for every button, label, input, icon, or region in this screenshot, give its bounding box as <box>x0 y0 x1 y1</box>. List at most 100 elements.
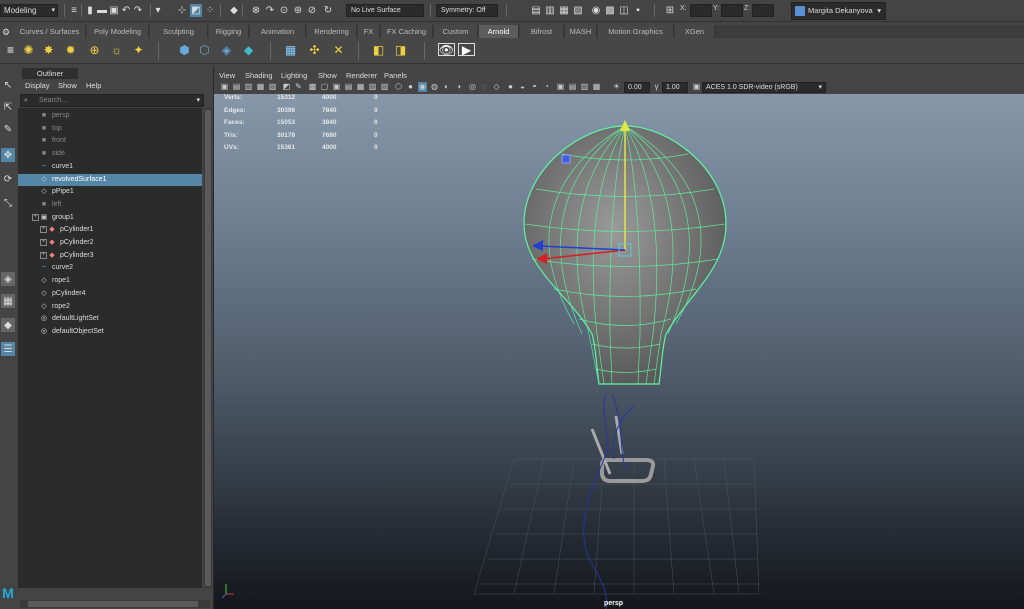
grid-icon[interactable]: ▩ <box>308 82 317 92</box>
exposure-icon[interactable]: ☀ <box>612 82 621 92</box>
safe-action-icon[interactable]: ▧ <box>368 82 377 92</box>
history-icon[interactable]: ↻ <box>322 4 334 17</box>
scrollbar-thumb[interactable] <box>28 601 198 607</box>
x-field[interactable] <box>690 4 712 17</box>
outliner-search-input[interactable]: ⌕ Search... ▾ <box>20 94 204 107</box>
move-tool-icon[interactable]: ✥ <box>1 148 15 162</box>
snap-view-plane-icon[interactable]: ⊛ <box>292 4 304 17</box>
shelf-tab-animation[interactable]: Animation <box>250 25 306 38</box>
arnold-photometric-light-icon[interactable]: ⊕ <box>86 41 103 58</box>
arnold-txmanager-icon[interactable]: ✣ <box>306 41 323 58</box>
shelf-tab-fx-caching[interactable]: FX Caching <box>381 25 433 38</box>
new-scene-icon[interactable]: ▮ <box>84 4 96 17</box>
hypershade-icon[interactable]: ▧ <box>572 4 584 17</box>
perspective-viewport[interactable]: Verts: 15312 4000 0 Edges: 30396 7840 0 Faces: 15… <box>214 94 1024 609</box>
outliner-item[interactable]: ~ curve1 <box>18 161 202 173</box>
viewport-menu-show[interactable]: Show <box>318 71 337 80</box>
outliner-vertical-scrollbar[interactable] <box>204 108 212 588</box>
shelf-settings-icon[interactable]: ⚙ <box>2 27 12 37</box>
save-scene-icon[interactable]: ▣ <box>108 4 120 17</box>
arnold-render-view-icon[interactable]: 👁 <box>438 43 455 57</box>
camera-attributes-icon[interactable]: ▪ <box>632 4 644 17</box>
viewport-menu-panels[interactable]: Panels <box>384 71 407 80</box>
color-management-icon[interactable]: ▦ <box>592 82 601 92</box>
shelf-tab-xgen[interactable]: XGen <box>675 25 715 38</box>
outliner-menu-display[interactable]: Display <box>25 81 50 90</box>
render-settings-icon[interactable]: ▦ <box>558 4 570 17</box>
outliner-tab[interactable]: Outliner <box>22 68 78 79</box>
multisample-aa-icon[interactable]: ◓ <box>530 82 539 92</box>
shelf-tab-motion-graphics[interactable]: Motion Graphics <box>598 25 674 38</box>
2d-pan-zoom-icon[interactable]: ◩ <box>282 82 291 92</box>
textured-icon[interactable]: ◍ <box>430 82 439 92</box>
outliner-item[interactable]: ◎ defaultLightSet <box>18 313 202 325</box>
render-current-frame-icon[interactable]: ▤ <box>530 4 542 17</box>
undo-icon[interactable]: ↶ <box>120 4 132 17</box>
outliner-item[interactable]: ■ left <box>18 199 202 211</box>
shelf-tab-rendering[interactable]: Rendering <box>307 25 357 38</box>
single-perspective-view-icon[interactable]: ◈ <box>1 272 15 286</box>
shelf-tab-custom[interactable]: Custom <box>434 25 478 38</box>
z-field[interactable] <box>752 4 774 17</box>
wireframe-on-shaded-icon[interactable]: ◉ <box>418 82 427 92</box>
arnold-render-icon[interactable]: ◆ <box>240 41 257 58</box>
outliner-item[interactable]: ◇ rope1 <box>18 275 202 287</box>
select-hierarchy-icon[interactable]: ▾ <box>152 4 164 17</box>
shelf-tab-arnold[interactable]: Arnold <box>479 25 519 38</box>
arnold-operator-icon[interactable]: ◧ <box>370 41 387 58</box>
outliner-item[interactable]: ◇ pCylinder4 <box>18 288 202 300</box>
outliner-item[interactable]: ■ side <box>18 148 202 160</box>
outliner-item[interactable]: ◇ pPipe1 <box>18 186 202 198</box>
hud-icon[interactable]: ▤ <box>568 82 577 92</box>
arnold-volume-icon[interactable]: ⬡ <box>196 41 213 58</box>
motion-blur-icon[interactable]: ◒ <box>518 82 527 92</box>
xray-active-icon[interactable]: ◌ <box>480 82 489 92</box>
menu-set-dropdown[interactable]: Modeling ▾ <box>0 4 58 17</box>
safe-title-icon[interactable]: ▨ <box>380 82 389 92</box>
scrollbar-thumb[interactable] <box>205 110 211 586</box>
snap-point-icon[interactable]: ⊙ <box>278 4 290 17</box>
bookmarks-icon[interactable]: ▦ <box>256 82 265 92</box>
shelf-tab-poly-modeling[interactable]: Poly Modeling <box>87 25 149 38</box>
select-tool-icon[interactable]: ↖ <box>1 78 15 92</box>
wireframe-icon[interactable]: ⬡ <box>394 82 403 92</box>
outliner-menu-show[interactable]: Show <box>58 81 77 90</box>
open-scene-icon[interactable]: ▬ <box>96 4 108 17</box>
isolate-select-icon[interactable]: ▣ <box>556 82 565 92</box>
field-chart-icon[interactable]: ▦ <box>356 82 365 92</box>
shelf-tab-sculpting[interactable]: Sculpting <box>150 25 208 38</box>
arnold-skydome-icon[interactable]: ✺ <box>20 41 37 58</box>
outliner-item[interactable]: ◇ revolvedSurface1 <box>18 173 202 186</box>
expand-toggle-icon[interactable]: + <box>40 239 47 246</box>
light-editor-icon[interactable]: ▩ <box>604 4 616 17</box>
arnold-aov-icon[interactable]: ◨ <box>392 41 409 58</box>
expand-toggle-icon[interactable]: + <box>40 251 47 259</box>
symmetry-dropdown[interactable]: Symmetry: Off <box>436 4 498 17</box>
shelf-tab-mash[interactable]: MASH <box>565 25 597 38</box>
gamma-field[interactable]: 1.00 <box>662 82 688 93</box>
snap-grid-icon[interactable]: ⊗ <box>250 4 262 17</box>
make-live-icon[interactable]: ⊘ <box>306 4 318 17</box>
transform-absolute-icon[interactable]: ⊞ <box>664 4 676 17</box>
depth-of-field-icon[interactable]: ◔ <box>542 82 551 92</box>
outliner-item[interactable]: + ▣ group1 <box>18 212 202 224</box>
arnold-area-light-icon[interactable]: ✸ <box>40 41 57 58</box>
expand-toggle-icon[interactable]: + <box>40 226 47 234</box>
outliner-item[interactable]: + ◆ pCylinder1 <box>18 224 202 236</box>
outliner-item[interactable]: ~ curve2 <box>18 262 202 274</box>
render-view-icon[interactable]: ◉ <box>590 4 602 17</box>
arnold-physical-sky-icon[interactable]: ✦ <box>130 41 147 58</box>
smooth-shade-icon[interactable]: ● <box>406 82 415 92</box>
rotate-tool-icon[interactable]: ⟳ <box>1 172 15 186</box>
arnold-license-icon[interactable]: ✕ <box>330 41 347 58</box>
use-all-lights-icon[interactable]: ◐ <box>442 82 451 92</box>
ambient-occlusion-icon[interactable]: ● <box>506 82 515 92</box>
lasso-tool-icon[interactable]: ⇱ <box>1 100 15 114</box>
outliner-item[interactable]: + ◆ pCylinder3 <box>18 250 202 262</box>
select-camera-icon[interactable]: ▣ <box>220 82 229 92</box>
arnold-light-portal-icon[interactable]: ☼ <box>108 41 125 58</box>
ipr-render-icon[interactable]: ▥ <box>544 4 556 17</box>
viewport-menu-view[interactable]: View <box>219 71 235 80</box>
outliner-layout-icon[interactable]: ☰ <box>1 342 15 356</box>
lock-camera-icon[interactable]: ▤ <box>232 82 241 92</box>
